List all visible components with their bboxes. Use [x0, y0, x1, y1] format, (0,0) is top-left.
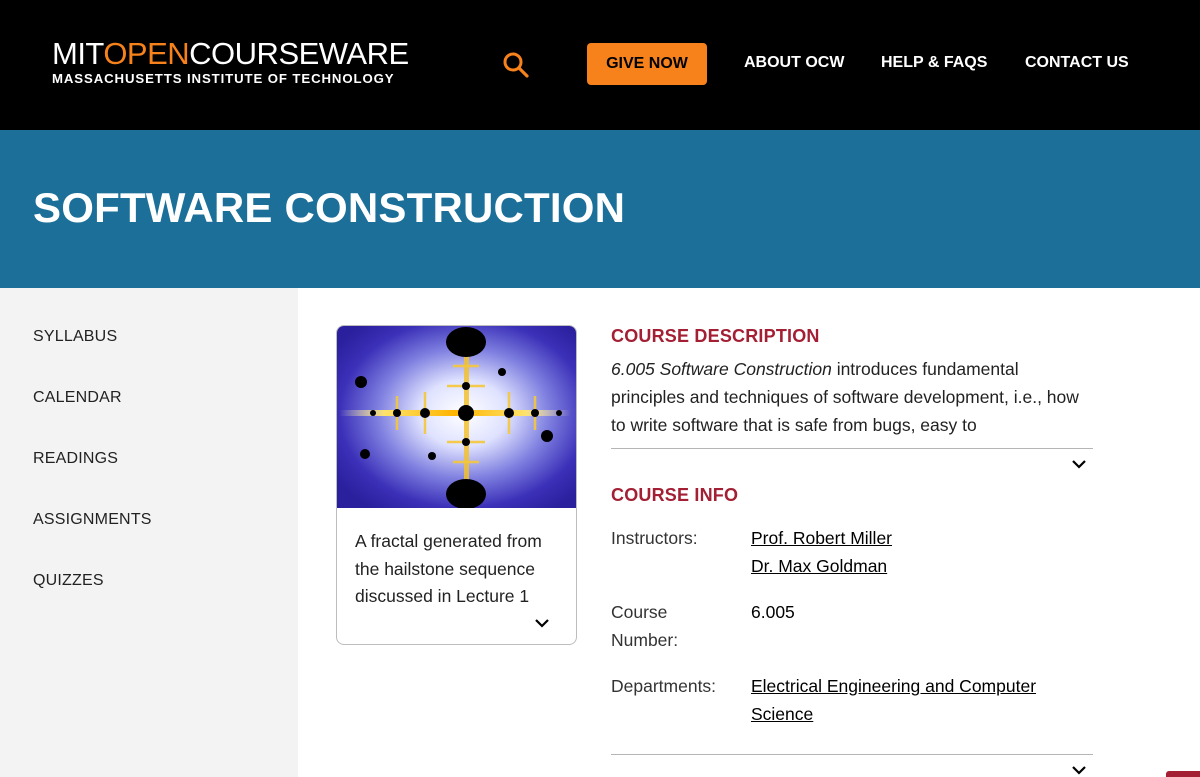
- instructor-link[interactable]: Dr. Max Goldman: [751, 552, 892, 580]
- nav-about-ocw[interactable]: ABOUT OCW: [744, 54, 844, 72]
- divider: [611, 448, 1093, 449]
- instructors-list: Prof. Robert Miller Dr. Max Goldman: [751, 524, 892, 580]
- logo-wordmark: MITOPENCOURSEWARE: [52, 36, 409, 71]
- course-description-text: 6.005 Software Construction introduces f…: [611, 355, 1081, 440]
- course-name: 6.005 Software Construction: [611, 359, 832, 379]
- mit-ocw-logo[interactable]: MITOPENCOURSEWARE MASSACHUSETTS INSTITUT…: [52, 36, 409, 87]
- floating-widget-edge[interactable]: [1166, 771, 1200, 777]
- divider: [611, 754, 1093, 755]
- image-caption: A fractal generated from the hailstone s…: [355, 531, 542, 606]
- course-info-heading: COURSE INFO: [611, 485, 739, 505]
- chevron-down-icon[interactable]: [534, 616, 550, 628]
- page-title: SOFTWARE CONSTRUCTION: [33, 184, 626, 231]
- course-image-card: A fractal generated from the hailstone s…: [336, 325, 577, 645]
- chevron-down-icon[interactable]: [1071, 763, 1087, 775]
- sidebar-item-readings[interactable]: READINGS: [33, 450, 118, 468]
- search-icon[interactable]: [501, 50, 531, 80]
- instructor-link[interactable]: Prof. Robert Miller: [751, 524, 892, 552]
- chevron-down-icon[interactable]: [1071, 457, 1087, 469]
- instructors-label: Instructors:: [611, 528, 698, 548]
- course-number-label: Course Number:: [611, 602, 679, 650]
- nav-help-faqs[interactable]: HELP & FAQS: [881, 54, 987, 72]
- logo-subtitle: MASSACHUSETTS INSTITUTE OF TECHNOLOGY: [52, 71, 395, 86]
- sidebar-item-calendar[interactable]: CALENDAR: [33, 389, 122, 407]
- give-now-button[interactable]: GIVE NOW: [587, 43, 707, 85]
- site-header: MITOPENCOURSEWARE MASSACHUSETTS INSTITUT…: [0, 0, 1200, 130]
- sidebar-item-assignments[interactable]: ASSIGNMENTS: [33, 511, 152, 529]
- department-link[interactable]: Electrical Engineering and Computer Scie…: [751, 672, 1071, 728]
- course-sidebar: SYLLABUS CALENDAR READINGS ASSIGNMENTS Q…: [0, 288, 298, 777]
- nav-contact-us[interactable]: CONTACT US: [1025, 54, 1129, 72]
- course-banner: SOFTWARE CONSTRUCTION: [0, 130, 1200, 288]
- fractal-image: [337, 326, 576, 508]
- sidebar-item-quizzes[interactable]: QUIZZES: [33, 572, 104, 590]
- course-description-heading: COURSE DESCRIPTION: [611, 326, 820, 346]
- departments-label: Departments:: [611, 676, 717, 696]
- sidebar-item-syllabus[interactable]: SYLLABUS: [33, 328, 117, 346]
- course-number-value: 6.005: [751, 602, 795, 622]
